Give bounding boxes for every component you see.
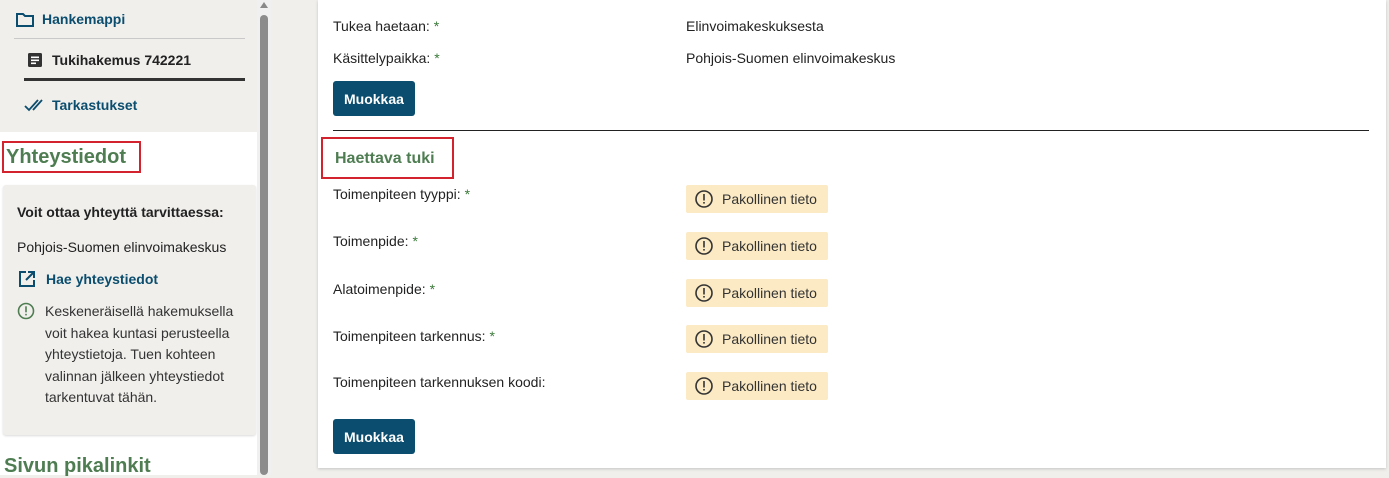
sidebar: Hankemappi Tukihakemus 742221 Tarkastuks… <box>0 0 257 477</box>
nav-tukihakemus[interactable]: Tukihakemus 742221 <box>24 42 245 81</box>
contact-organization: Pohjois-Suomen elinvoimakeskus <box>17 239 227 255</box>
field-label-toimenpide: Toimenpide: * <box>333 233 418 249</box>
required-marker: * <box>489 328 495 344</box>
field-label-toimenpiteen-tarkennus: Toimenpiteen tarkennus: * <box>333 328 495 344</box>
scroll-thumb[interactable] <box>260 15 268 475</box>
status-badge: Pakollinen tieto <box>686 185 828 213</box>
external-link-icon <box>17 269 37 289</box>
field-label-toimenpiteen-tyyppi: Toimenpiteen tyyppi: * <box>333 186 471 202</box>
alert-circle-icon <box>694 329 714 349</box>
status-badge: Pakollinen tieto <box>686 325 828 353</box>
contact-note-text: Keskeneräisellä hakemuksella voit hakea … <box>45 303 234 405</box>
alert-circle-icon <box>694 189 714 209</box>
status-text: Pakollinen tieto <box>722 285 817 301</box>
alert-circle-icon <box>694 236 714 256</box>
find-contacts-label: Hae yhteystiedot <box>46 271 159 287</box>
required-marker: * <box>412 233 418 249</box>
field-label-tukea-haetaan: Tukea haetaan: * <box>333 18 440 34</box>
nav-hankemappi[interactable]: Hankemappi <box>14 0 245 39</box>
sidebar-scrollbar[interactable] <box>257 0 271 475</box>
field-label-alatoimenpide: Alatoimenpide: * <box>333 281 436 297</box>
contact-box-heading: Voit ottaa yhteyttä tarvittaessa: <box>17 204 224 220</box>
nav-tukihakemus-label: Tukihakemus 742221 <box>52 52 192 68</box>
status-badge: Pakollinen tieto <box>686 279 828 307</box>
nav-hankemappi-label: Hankemappi <box>42 11 126 27</box>
status-badge: Pakollinen tieto <box>686 232 828 260</box>
field-label-toimenpiteen-tarkennuksen-koodi: Toimenpiteen tarkennuksen koodi: <box>333 374 546 390</box>
section-divider <box>333 130 1369 131</box>
document-icon <box>24 51 46 69</box>
required-marker: * <box>429 281 436 297</box>
status-text: Pakollinen tieto <box>722 191 817 207</box>
alert-circle-icon <box>694 376 714 396</box>
status-badge: Pakollinen tieto <box>686 372 828 400</box>
field-label-kasittelypaikka: Käsittelypaikka: * <box>333 50 440 66</box>
double-check-icon <box>24 96 46 114</box>
scroll-up-arrow-icon[interactable] <box>260 2 268 8</box>
section-title-haettava-tuki: Haettava tuki <box>321 137 454 179</box>
find-contacts-link[interactable]: Hae yhteystiedot <box>17 269 158 289</box>
nav-tarkastukset-label: Tarkastukset <box>52 97 138 113</box>
status-text: Pakollinen tieto <box>722 378 817 394</box>
status-text: Pakollinen tieto <box>722 331 817 347</box>
contact-section-title: Yhteystiedot <box>2 141 141 173</box>
contact-note: Keskeneräisellä hakemuksella voit hakea … <box>17 301 245 409</box>
sidebar-nav: Hankemappi Tukihakemus 742221 Tarkastuks… <box>0 0 257 132</box>
field-value-tukea-haetaan: Elinvoimakeskuksesta <box>686 18 824 34</box>
status-text: Pakollinen tieto <box>722 238 817 254</box>
required-marker: * <box>434 50 440 66</box>
required-marker: * <box>464 186 471 202</box>
folder-icon <box>14 10 36 28</box>
application-panel: Tukea haetaan: * Elinvoimakeskuksesta Käs… <box>318 0 1386 468</box>
required-marker: * <box>433 18 440 34</box>
edit-button-haettava-tuki[interactable]: Muokkaa <box>333 419 415 454</box>
edit-button-top[interactable]: Muokkaa <box>333 81 415 116</box>
info-circle-icon <box>17 302 37 322</box>
contact-box: Voit ottaa yhteyttä tarvittaessa: Pohjoi… <box>3 185 256 435</box>
field-value-kasittelypaikka: Pohjois-Suomen elinvoimakeskus <box>686 50 896 66</box>
nav-tarkastukset[interactable]: Tarkastukset <box>24 86 245 124</box>
alert-circle-icon <box>694 283 714 303</box>
